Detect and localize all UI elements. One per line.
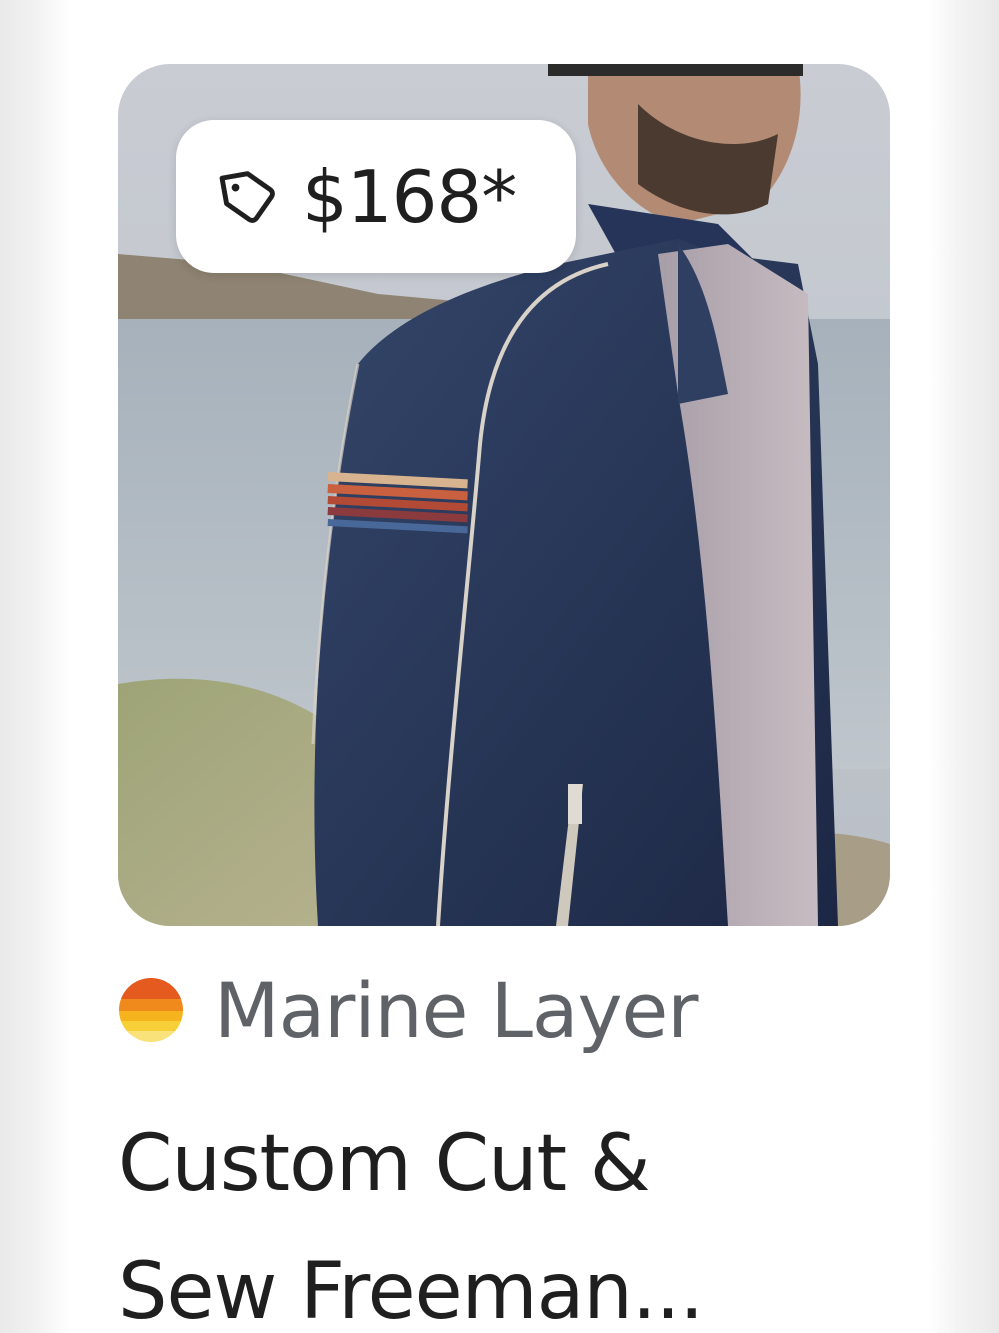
page: $168* Marine Layer Custom Cut & Sew Free… xyxy=(0,0,999,1333)
brand-row[interactable]: Marine Layer xyxy=(118,960,698,1060)
product-title-line-1: Custom Cut & xyxy=(118,1119,651,1209)
product-title-line-2: Sew Freeman... xyxy=(118,1247,704,1333)
brand-name: Marine Layer xyxy=(214,965,698,1055)
price-badge: $168* xyxy=(176,120,576,273)
brand-logo-icon xyxy=(118,977,184,1043)
tag-icon xyxy=(218,166,280,228)
price-text: $168* xyxy=(302,154,517,239)
product-title[interactable]: Custom Cut & Sew Freeman... xyxy=(118,1100,878,1333)
